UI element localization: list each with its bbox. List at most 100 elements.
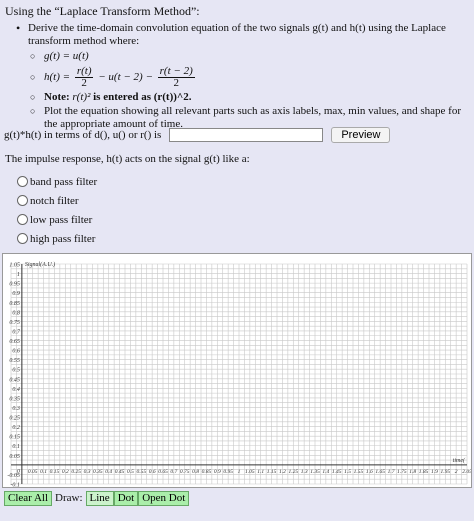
g-eq-text: g(t) = u(t)	[44, 50, 89, 62]
x-tick-label: 1.5	[344, 469, 351, 475]
x-tick-label: 1.95	[440, 469, 450, 475]
y-tick-label: 0.75	[9, 320, 20, 326]
origin-label: 0	[17, 469, 20, 475]
option-band-pass[interactable]: band pass filter	[17, 172, 97, 191]
x-tick-label: 0.5	[127, 469, 134, 475]
h-mid: − u(t − 2) −	[98, 71, 153, 83]
y-tick-label: 0.6	[12, 349, 20, 355]
x-tick-label: 1.8	[409, 469, 416, 475]
x-tick-label: 0.2	[62, 469, 69, 475]
y-tick-label: 0.5	[12, 368, 20, 374]
y-tick-label: 0.35	[9, 396, 20, 402]
option-label: notch filter	[30, 194, 79, 207]
x-tick-label: 1.65	[375, 469, 385, 475]
radio-button[interactable]	[17, 195, 28, 206]
x-tick-label: 0.25	[71, 469, 81, 475]
graph-svg[interactable]: 1.0510.950.90.850.80.750.70.650.60.550.5…	[3, 254, 471, 487]
x-tick-label: 1.35	[310, 469, 320, 475]
y-tick-label: 0.3	[12, 406, 20, 412]
y-tick-label: 1.05	[9, 263, 20, 269]
x-tick-label: 1.2	[279, 469, 286, 475]
y-tick-label: 1	[17, 272, 20, 278]
option-low-pass[interactable]: low pass filter	[17, 210, 97, 229]
clear-all-button[interactable]: Clear All	[4, 490, 53, 506]
y-tick-label: 0.15	[9, 435, 20, 441]
x-tick-label: 2.05	[462, 469, 471, 475]
x-tick-label: 0.75	[180, 469, 190, 475]
answer-input[interactable]	[169, 128, 324, 142]
x-tick-label: 0.05	[28, 469, 38, 475]
y-tick-label: 0.9	[12, 291, 20, 297]
answer-row: g(t)*h(t) in terms of d(), u() or r() is…	[4, 127, 391, 143]
x-tick-label: 1.15	[267, 469, 277, 475]
y-tick-label: -0.1	[10, 483, 20, 488]
x-tick-label: 1	[238, 469, 241, 475]
question-text: The impulse response, h(t) acts on the s…	[5, 153, 250, 165]
instructions: Derive the time-domain convolution equat…	[14, 22, 466, 132]
radio-button[interactable]	[17, 176, 28, 187]
y-tick-label: 0.2	[12, 425, 20, 431]
x-tick-label: 1.3	[301, 469, 308, 475]
note-item: Note: r(t)² is entered as (r(t))^2.	[30, 91, 466, 104]
line-button[interactable]: Line	[85, 490, 114, 506]
page-title: Using the “Laplace Transform Method”:	[5, 4, 200, 18]
y-tick-label: 0.65	[9, 339, 20, 345]
x-tick-label: 1.1	[257, 469, 264, 475]
y-tick-label: 0.8	[12, 310, 20, 316]
y-tick-label: 0.7	[12, 329, 21, 335]
answer-label: g(t)*h(t) in terms of d(), u() or r() is	[4, 129, 162, 141]
x-tick-label: 0.7	[170, 469, 177, 475]
graph-canvas[interactable]: 1.05 1 0.95 0.9 0.85 0.8 0.75 0.7 0.65 0.6 0.55 0.5…	[2, 253, 472, 488]
x-tick-label: 1.55	[354, 469, 364, 475]
radio-button[interactable]	[17, 214, 28, 225]
x-tick-label: 1.85	[419, 469, 429, 475]
x-tick-label: 2	[455, 469, 458, 475]
x-tick-label: 1.4	[322, 468, 329, 475]
x-tick-label: 1.05	[245, 469, 255, 475]
y-axis-label: Signal(A.U.)	[25, 261, 55, 268]
option-notch[interactable]: notch filter	[17, 191, 97, 210]
y-tick-label: 0.95	[9, 282, 20, 288]
dot-button[interactable]: Dot	[113, 490, 139, 506]
derive-text: Derive the time-domain convolution equat…	[28, 22, 446, 47]
x-tick-label: 0.85	[202, 469, 212, 475]
g-equation: g(t) = u(t)	[30, 50, 466, 63]
note-suffix: is entered as (r(t))^2.	[93, 91, 192, 103]
y-tick-label: 0.55	[9, 358, 20, 364]
x-tick-label: 1.7	[388, 469, 395, 475]
x-tick-label: 1.75	[397, 469, 407, 475]
x-tick-label: 0.4	[105, 468, 112, 475]
x-tick-label: 0.45	[115, 468, 125, 475]
x-tick-label: 0.15	[50, 469, 60, 475]
preview-button[interactable]: Preview	[331, 127, 391, 143]
y-tick-label: 0.25	[9, 416, 20, 422]
h-equation: h(t) = r(t)2 − u(t − 2) − r(t − 2)2	[30, 64, 466, 90]
h-lhs: h(t) =	[44, 71, 71, 83]
radio-button[interactable]	[17, 233, 28, 244]
x-tick-label: 0.3	[84, 469, 91, 475]
filter-options: band pass filter notch filter low pass f…	[17, 172, 97, 248]
option-high-pass[interactable]: high pass filter	[17, 229, 97, 248]
bullet-derive: Derive the time-domain convolution equat…	[14, 22, 466, 131]
sub-list: g(t) = u(t) h(t) = r(t)2 − u(t − 2) − r(…	[28, 50, 466, 131]
fraction-2: r(t − 2) 2	[157, 65, 195, 89]
x-tick-label: 0.95	[223, 469, 233, 475]
x-tick-label: 0.8	[192, 469, 199, 475]
x-tick-label: 1.9	[431, 469, 438, 475]
x-tick-label: 0.9	[214, 469, 221, 475]
draw-toolbar: Clear All Draw: Line Dot Open Dot	[4, 490, 190, 506]
frac1-den: 2	[81, 76, 87, 89]
option-label: high pass filter	[30, 232, 96, 245]
y-tick-label: 0.4	[12, 386, 20, 393]
x-tick-label: 0.55	[136, 469, 146, 475]
x-tick-label: 0.6	[149, 469, 156, 475]
x-axis-label: time(	[453, 457, 466, 464]
draw-label: Draw:	[55, 492, 83, 504]
x-tick-label: 0.1	[40, 469, 47, 475]
fraction-1: r(t) 2	[74, 65, 94, 89]
y-tick-label: 0.45	[9, 376, 20, 383]
frac2-den: 2	[173, 76, 179, 89]
x-tick-label: 1.45	[332, 468, 342, 475]
x-tick-label: 1.6	[366, 469, 373, 475]
open-dot-button[interactable]: Open Dot	[138, 490, 190, 506]
